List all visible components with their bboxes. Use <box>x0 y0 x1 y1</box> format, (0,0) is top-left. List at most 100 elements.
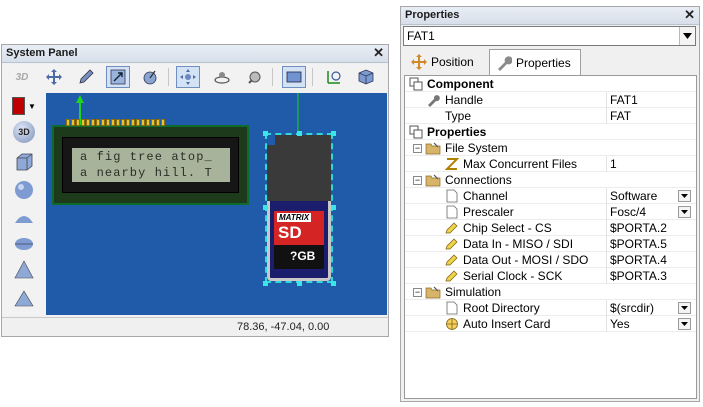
color-picker[interactable]: ▼ <box>10 92 38 120</box>
property-value[interactable]: $PORTA.5 <box>610 237 667 251</box>
system-panel-title: System Panel <box>6 47 78 59</box>
property-category-row[interactable]: − Simulation <box>405 284 696 300</box>
property-value[interactable]: FAT <box>610 109 631 123</box>
page-icon <box>445 301 459 315</box>
3d-sphere-icon: 3D <box>13 121 35 143</box>
property-name: Data Out - MOSI / SDO <box>463 253 589 267</box>
property-category-row[interactable]: − File System <box>405 140 696 156</box>
property-row[interactable]: Chip Select - CS $PORTA.2 <box>405 220 696 236</box>
selection-handle[interactable] <box>263 131 268 136</box>
property-row[interactable]: Serial Clock - SCK $PORTA.3 <box>405 268 696 284</box>
scale-tool-icon[interactable] <box>106 66 130 88</box>
lcd-screen: a fig tree atop_ a nearby hill. T <box>72 148 230 182</box>
zoom-view-icon[interactable] <box>242 66 266 88</box>
property-name: Handle <box>445 93 484 107</box>
property-value[interactable]: 1 <box>610 157 617 171</box>
property-name: File System <box>445 141 508 155</box>
property-row[interactable]: Handle FAT1 <box>405 92 696 108</box>
property-name: Channel <box>463 189 508 203</box>
chevron-down-icon[interactable] <box>678 302 691 314</box>
selection-handle[interactable] <box>331 205 336 210</box>
collapse-icon[interactable]: − <box>413 288 422 297</box>
cone-shape-icon[interactable] <box>10 256 38 284</box>
system-panel-close-icon[interactable]: ✕ <box>373 45 384 61</box>
properties-panel: Properties ✕ FAT1 Position Properties −C… <box>400 6 700 402</box>
property-row[interactable]: Channel Software <box>405 188 696 204</box>
column-divider <box>606 236 607 252</box>
property-value[interactable]: $(srcdir) <box>610 301 654 315</box>
rotate-tool-icon[interactable] <box>138 66 162 88</box>
component-selector-value: FAT1 <box>407 29 435 43</box>
page-icon <box>445 205 459 219</box>
selection-handle[interactable] <box>263 205 268 210</box>
chevron-down-icon[interactable] <box>678 318 691 330</box>
selection-handle[interactable] <box>297 281 302 286</box>
2d-view-icon[interactable] <box>282 66 306 88</box>
pyramid-shape-icon[interactable] <box>10 284 38 312</box>
sphere-shape-icon[interactable] <box>10 176 38 204</box>
chevron-down-icon[interactable] <box>678 206 691 218</box>
property-category-row[interactable]: −Component <box>405 76 696 92</box>
properties-panel-close-icon[interactable]: ✕ <box>684 7 695 23</box>
cursor-coordinates: 78.36, -47.04, 0.00 <box>237 321 330 333</box>
folder-icon <box>425 173 441 187</box>
property-row[interactable]: Max Concurrent Files 1 <box>405 156 696 172</box>
property-value[interactable]: Fosc/4 <box>610 205 646 219</box>
tab-position[interactable]: Position <box>405 49 487 75</box>
lcd-bezel: a fig tree atop_ a nearby hill. T <box>62 137 239 193</box>
folder-icon <box>425 285 441 299</box>
collapse-icon[interactable]: − <box>413 176 422 185</box>
column-divider <box>606 220 607 236</box>
wrench-icon <box>427 93 441 107</box>
property-row[interactable]: Data Out - MOSI / SDO $PORTA.4 <box>405 252 696 268</box>
pan-view-icon[interactable] <box>176 66 200 88</box>
tab-properties[interactable]: Properties <box>489 49 581 75</box>
property-value[interactable]: $PORTA.2 <box>610 221 667 235</box>
selection-handle[interactable] <box>331 131 336 136</box>
selection-handle[interactable] <box>331 281 336 286</box>
cube-view-icon[interactable] <box>354 66 378 88</box>
tab-position-label: Position <box>431 55 474 69</box>
property-name: Data In - MISO / SDI <box>463 237 574 251</box>
sd-card-component[interactable]: MATRIX SD ?GB <box>267 135 331 281</box>
property-value[interactable]: $PORTA.4 <box>610 253 667 267</box>
property-value[interactable]: FAT1 <box>610 93 638 107</box>
property-name: Connections <box>445 173 512 187</box>
property-category-row[interactable]: − Connections <box>405 172 696 188</box>
3d-object-button[interactable]: 3D <box>10 118 38 146</box>
property-name: Auto Insert Card <box>463 317 551 331</box>
dome-shape-icon[interactable] <box>10 204 38 232</box>
component-selector[interactable]: FAT1 <box>403 26 696 46</box>
selection-handle[interactable] <box>263 281 268 286</box>
lcd-display-component[interactable]: a fig tree atop_ a nearby hill. T <box>52 119 249 205</box>
property-row[interactable]: Data In - MISO / SDI $PORTA.5 <box>405 236 696 252</box>
system-panel-titlebar: System Panel ✕ <box>2 45 388 63</box>
move-arrows-icon[interactable] <box>42 66 66 88</box>
orbit-view-icon[interactable] <box>210 66 234 88</box>
property-value[interactable]: Yes <box>610 317 630 331</box>
property-row[interactable]: Auto Insert Card Yes <box>405 316 696 332</box>
page-icon <box>445 189 459 203</box>
pencil-tool-icon[interactable] <box>74 66 98 88</box>
system-panel-canvas[interactable]: a fig tree atop_ a nearby hill. T MATRIX … <box>46 93 387 315</box>
axes-icon[interactable] <box>322 66 346 88</box>
property-row[interactable]: Prescaler Fosc/4 <box>405 204 696 220</box>
box-shape-icon[interactable] <box>10 148 38 176</box>
property-name: Type <box>445 109 472 123</box>
column-divider <box>606 108 607 124</box>
property-row[interactable]: Type FAT <box>405 108 696 124</box>
chevron-down-icon[interactable] <box>678 190 691 202</box>
property-name: Root Directory <box>463 301 540 315</box>
sd-card-type: SD <box>278 223 302 242</box>
property-category-row[interactable]: −Properties <box>405 124 696 140</box>
collapse-icon[interactable]: − <box>413 144 422 153</box>
selection-handle[interactable] <box>297 131 302 136</box>
sd-card-notch <box>267 135 275 145</box>
toolbar-3d-toggle[interactable]: 3D <box>10 66 34 88</box>
chevron-down-icon[interactable] <box>679 27 695 45</box>
cylinder-shape-icon[interactable] <box>10 230 38 258</box>
property-value[interactable]: $PORTA.3 <box>610 269 667 283</box>
shape-toolbox: ▼ 3D <box>2 90 46 316</box>
property-value[interactable]: Software <box>610 189 657 203</box>
property-row[interactable]: Root Directory $(srcdir) <box>405 300 696 316</box>
